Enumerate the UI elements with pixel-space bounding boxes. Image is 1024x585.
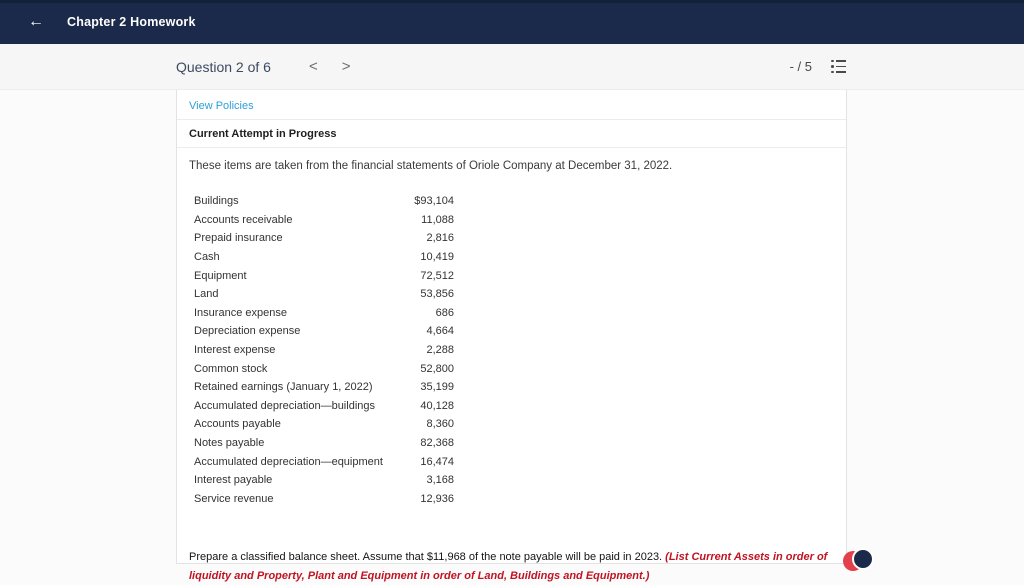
list-icon-row — [831, 70, 846, 74]
question-toolbar: Question 2 of 6 < > - / 5 — [0, 44, 1024, 90]
item-value: 40,128 — [420, 399, 454, 412]
table-row: Buildings $93,104 — [194, 192, 454, 211]
list-icon-row — [831, 59, 846, 63]
item-label: Prepaid insurance — [194, 232, 283, 245]
list-icon-row — [831, 65, 846, 68]
table-row: Notes payable 82,368 — [194, 434, 454, 453]
next-question-button[interactable]: > — [342, 59, 351, 74]
back-arrow-icon[interactable]: ← — [28, 14, 44, 30]
item-label: Buildings — [194, 195, 239, 208]
item-value: 16,474 — [420, 455, 454, 468]
item-value: 53,856 — [420, 288, 454, 301]
instruction-text: Prepare a classified balance sheet. Assu… — [189, 548, 834, 585]
financial-items-list: Buildings $93,104 Accounts receivable 11,08… — [194, 192, 454, 508]
item-label: Interest expense — [194, 344, 276, 357]
item-value: 52,800 — [420, 362, 454, 375]
prev-question-button[interactable]: < — [309, 59, 318, 74]
item-value: 12,936 — [420, 492, 454, 505]
assignment-title: Chapter 2 Homework — [67, 15, 196, 29]
question-panel: View Policies Current Attempt in Progres… — [176, 90, 847, 582]
help-bubble-navy-icon — [852, 548, 874, 570]
item-label: Retained earnings (January 1, 2022) — [194, 381, 373, 394]
table-row: Land 53,856 — [194, 285, 454, 304]
policies-row: View Policies — [177, 90, 846, 120]
table-row: Cash 10,419 — [194, 248, 454, 267]
item-value: 2,816 — [426, 232, 454, 245]
question-list-icon[interactable] — [830, 56, 847, 77]
attempt-status: Current Attempt in Progress — [177, 120, 846, 148]
item-label: Equipment — [194, 269, 247, 282]
item-value: 72,512 — [420, 269, 454, 282]
item-value: 3,168 — [426, 474, 454, 487]
item-value: $93,104 — [414, 195, 454, 208]
table-row: Depreciation expense 4,664 — [194, 322, 454, 341]
table-row: Common stock 52,800 — [194, 359, 454, 378]
item-label: Accumulated depreciation—equipment — [194, 455, 383, 468]
table-row: Accumulated depreciation—buildings 40,128 — [194, 397, 454, 416]
table-row: Retained earnings (January 1, 2022) 35,19… — [194, 378, 454, 397]
help-button[interactable] — [843, 548, 875, 576]
instruction-normal: Prepare a classified balance sheet. Assu… — [189, 551, 666, 564]
item-label: Accounts receivable — [194, 213, 293, 226]
item-label: Common stock — [194, 362, 268, 375]
item-value: 82,368 — [420, 437, 454, 450]
item-label: Notes payable — [194, 437, 265, 450]
table-row: Interest expense 2,288 — [194, 341, 454, 360]
item-label: Insurance expense — [194, 306, 287, 319]
table-row: Accounts receivable 11,088 — [194, 211, 454, 230]
item-label: Service revenue — [194, 492, 274, 505]
question-content: These items are taken from the financial… — [177, 148, 846, 585]
item-value: 11,088 — [421, 213, 454, 226]
item-value: 10,419 — [420, 251, 454, 264]
item-label: Depreciation expense — [194, 325, 301, 338]
item-label: Land — [194, 288, 219, 301]
intro-text: These items are taken from the financial… — [189, 160, 673, 172]
view-policies-link[interactable]: View Policies — [189, 100, 254, 112]
top-navbar: ← Chapter 2 Homework — [0, 0, 1024, 44]
item-value: 2,288 — [426, 344, 454, 357]
item-value: 686 — [435, 306, 454, 319]
table-row: Service revenue 12,936 — [194, 490, 454, 509]
table-row: Accounts payable 8,360 — [194, 415, 454, 434]
table-row: Accumulated depreciation—equipment 16,474 — [194, 452, 454, 471]
question-counter: Question 2 of 6 — [176, 58, 271, 75]
item-label: Accounts payable — [194, 418, 281, 431]
table-row: Equipment 72,512 — [194, 266, 454, 285]
item-label: Accumulated depreciation—buildings — [194, 399, 375, 412]
table-row: Interest payable 3,168 — [194, 471, 454, 490]
table-row: Prepaid insurance 2,816 — [194, 229, 454, 248]
item-value: 4,664 — [426, 325, 454, 338]
item-value: 8,360 — [426, 418, 454, 431]
score-indicator: - / 5 — [789, 59, 812, 74]
item-label: Interest payable — [194, 474, 273, 487]
table-row: Insurance expense 686 — [194, 304, 454, 323]
item-label: Cash — [194, 251, 220, 264]
item-value: 35,199 — [420, 381, 454, 394]
